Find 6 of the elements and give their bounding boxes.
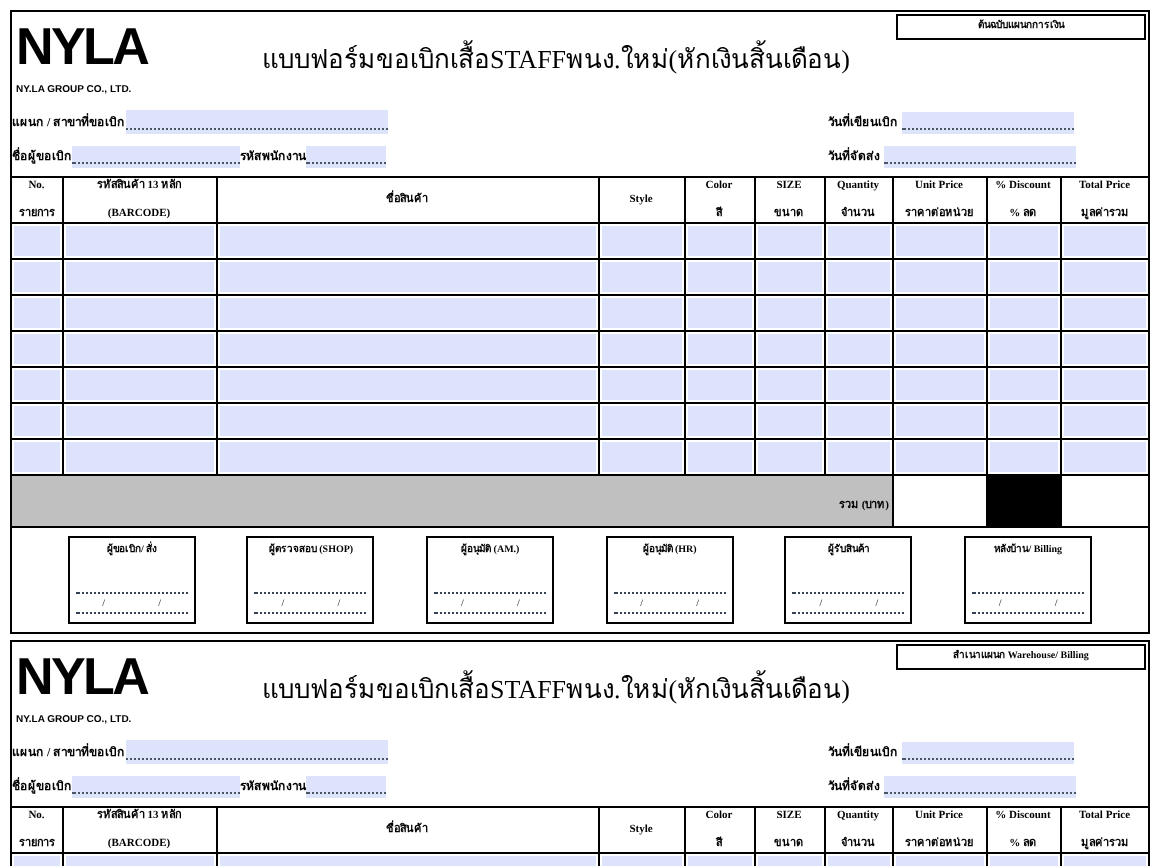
- form-title: แบบฟอร์มขอเบิกเสื้อSTAFFพนง.ใหม่(หักเงินสิ้นเดือน): [260, 38, 852, 78]
- logo-text: LA: [83, 650, 148, 702]
- form-title: แบบฟอร์มขอเบิกเสื้อSTAFFพนง.ใหม่(หักเงินสิ้นเดือน): [260, 668, 852, 708]
- logo-text: NY: [16, 650, 84, 702]
- logo-text: LA: [83, 20, 148, 72]
- logo-text: NY: [16, 20, 84, 72]
